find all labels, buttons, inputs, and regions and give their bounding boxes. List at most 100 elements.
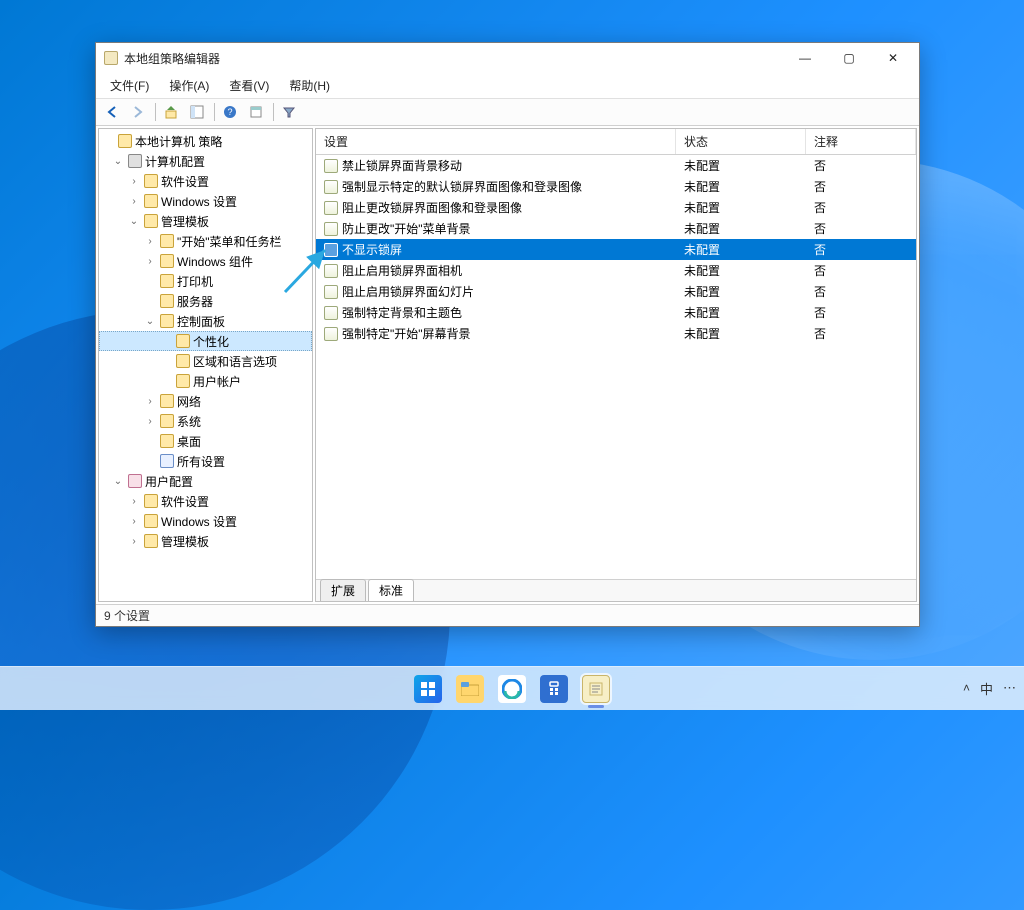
up-button[interactable] bbox=[159, 101, 183, 123]
policy-item-icon bbox=[324, 222, 338, 236]
tree-software-settings[interactable]: ›软件设置 bbox=[99, 171, 312, 191]
folder-icon bbox=[176, 334, 190, 348]
show-hide-tree-button[interactable] bbox=[185, 101, 209, 123]
column-setting[interactable]: 设置 bbox=[316, 129, 676, 154]
menu-help[interactable]: 帮助(H) bbox=[281, 75, 338, 96]
setting-name: 不显示锁屏 bbox=[342, 241, 402, 258]
list-row[interactable]: 禁止锁屏界面背景移动未配置否 bbox=[316, 155, 916, 176]
tree-windows-components[interactable]: ›Windows 组件 bbox=[99, 251, 312, 271]
ime-indicator[interactable]: 中 bbox=[980, 679, 993, 698]
tray-overflow-icon[interactable]: ˄ bbox=[963, 681, 970, 695]
list-body[interactable]: 禁止锁屏界面背景移动未配置否强制显示特定的默认锁屏界面图像和登录图像未配置否阻止… bbox=[316, 155, 916, 579]
tree-user-accounts[interactable]: 用户帐户 bbox=[99, 371, 312, 391]
setting-state: 未配置 bbox=[676, 220, 806, 237]
folder-icon bbox=[144, 214, 158, 228]
folder-icon bbox=[144, 194, 158, 208]
tree-all-settings[interactable]: 所有设置 bbox=[99, 451, 312, 471]
tree-printers[interactable]: 打印机 bbox=[99, 271, 312, 291]
tree-admin-templates[interactable]: ⌄管理模板 bbox=[99, 211, 312, 231]
tree-computer-config[interactable]: ⌄ 计算机配置 bbox=[99, 151, 312, 171]
tree-personalization[interactable]: 个性化 bbox=[99, 331, 312, 351]
tree-server[interactable]: 服务器 bbox=[99, 291, 312, 311]
tree-item-label: 个性化 bbox=[193, 333, 229, 350]
taskbar-store-icon[interactable] bbox=[540, 675, 568, 703]
tree-item-label: 所有设置 bbox=[177, 453, 225, 470]
tree-network[interactable]: ›网络 bbox=[99, 391, 312, 411]
list-row[interactable]: 阻止更改锁屏界面图像和登录图像未配置否 bbox=[316, 197, 916, 218]
tab-standard[interactable]: 标准 bbox=[368, 579, 414, 601]
list-row[interactable]: 阻止启用锁屏界面相机未配置否 bbox=[316, 260, 916, 281]
minimize-button[interactable]: — bbox=[783, 44, 827, 72]
system-tray[interactable]: ˄ 中 ⋯ bbox=[963, 666, 1016, 710]
tree-item-label: 管理模板 bbox=[161, 213, 209, 230]
setting-comment: 否 bbox=[806, 199, 916, 216]
list-row[interactable]: 阻止启用锁屏界面幻灯片未配置否 bbox=[316, 281, 916, 302]
properties-button[interactable] bbox=[244, 101, 268, 123]
tree-root-policy[interactable]: 本地计算机 策略 bbox=[99, 131, 312, 151]
tree-region-language[interactable]: 区域和语言选项 bbox=[99, 351, 312, 371]
tree-system[interactable]: ›系统 bbox=[99, 411, 312, 431]
tree-windows-settings[interactable]: ›Windows 设置 bbox=[99, 191, 312, 211]
policy-item-icon bbox=[324, 285, 338, 299]
tree-startmenu-taskbar[interactable]: ›"开始"菜单和任务栏 bbox=[99, 231, 312, 251]
setting-state: 未配置 bbox=[676, 262, 806, 279]
setting-comment: 否 bbox=[806, 304, 916, 321]
tree-user-config[interactable]: ⌄用户配置 bbox=[99, 471, 312, 491]
tree-user-templates[interactable]: ›管理模板 bbox=[99, 531, 312, 551]
tree-item-label: 桌面 bbox=[177, 433, 201, 450]
folder-icon bbox=[160, 254, 174, 268]
tree-pane[interactable]: 本地计算机 策略 ⌄ 计算机配置 ›软件设置 ›Windows 设置 bbox=[98, 128, 313, 602]
list-row[interactable]: 强制特定背景和主题色未配置否 bbox=[316, 302, 916, 323]
menu-action[interactable]: 操作(A) bbox=[161, 75, 217, 96]
setting-state: 未配置 bbox=[676, 241, 806, 258]
setting-state: 未配置 bbox=[676, 157, 806, 174]
document-icon bbox=[118, 134, 132, 148]
setting-name: 阻止启用锁屏界面相机 bbox=[342, 262, 462, 279]
filter-button[interactable] bbox=[277, 101, 301, 123]
tree-item-label: 打印机 bbox=[177, 273, 213, 290]
menubar: 文件(F) 操作(A) 查看(V) 帮助(H) bbox=[96, 73, 919, 99]
menu-file[interactable]: 文件(F) bbox=[102, 75, 157, 96]
tree-item-label: 本地计算机 策略 bbox=[135, 133, 222, 150]
tree-user-software[interactable]: ›软件设置 bbox=[99, 491, 312, 511]
setting-state: 未配置 bbox=[676, 283, 806, 300]
column-state[interactable]: 状态 bbox=[676, 129, 806, 154]
computer-icon bbox=[128, 154, 142, 168]
tree-desktop[interactable]: 桌面 bbox=[99, 431, 312, 451]
taskbar-edge-icon[interactable] bbox=[498, 675, 526, 703]
list-row[interactable]: 防止更改"开始"菜单背景未配置否 bbox=[316, 218, 916, 239]
setting-comment: 否 bbox=[806, 283, 916, 300]
list-row[interactable]: 强制特定"开始"屏幕背景未配置否 bbox=[316, 323, 916, 344]
setting-name: 阻止更改锁屏界面图像和登录图像 bbox=[342, 199, 522, 216]
content-area: 本地计算机 策略 ⌄ 计算机配置 ›软件设置 ›Windows 设置 bbox=[96, 126, 919, 604]
folder-icon bbox=[144, 534, 158, 548]
start-button[interactable] bbox=[414, 675, 442, 703]
tray-more-icon[interactable]: ⋯ bbox=[1003, 680, 1016, 696]
tab-extended[interactable]: 扩展 bbox=[320, 579, 366, 601]
window-title: 本地组策略编辑器 bbox=[124, 50, 220, 67]
maximize-button[interactable]: ▢ bbox=[827, 44, 871, 72]
tree-item-label: 控制面板 bbox=[177, 313, 225, 330]
forward-button[interactable] bbox=[126, 101, 150, 123]
close-button[interactable]: ✕ bbox=[871, 44, 915, 72]
tree-item-label: 软件设置 bbox=[161, 493, 209, 510]
taskbar-explorer-icon[interactable] bbox=[456, 675, 484, 703]
folder-icon bbox=[176, 354, 190, 368]
taskbar[interactable]: ˄ 中 ⋯ bbox=[0, 666, 1024, 710]
list-row[interactable]: 不显示锁屏未配置否 bbox=[316, 239, 916, 260]
tabs: 扩展 标准 bbox=[316, 579, 916, 601]
setting-comment: 否 bbox=[806, 220, 916, 237]
tree-item-label: 系统 bbox=[177, 413, 201, 430]
menu-view[interactable]: 查看(V) bbox=[221, 75, 277, 96]
tree-item-label: Windows 设置 bbox=[161, 513, 237, 530]
column-comment[interactable]: 注释 bbox=[806, 129, 916, 154]
back-button[interactable] bbox=[100, 101, 124, 123]
tree-control-panel[interactable]: ⌄控制面板 bbox=[99, 311, 312, 331]
help-button[interactable]: ? bbox=[218, 101, 242, 123]
list-row[interactable]: 强制显示特定的默认锁屏界面图像和登录图像未配置否 bbox=[316, 176, 916, 197]
policy-item-icon bbox=[324, 306, 338, 320]
taskbar-gpedit-icon[interactable] bbox=[582, 675, 610, 703]
setting-comment: 否 bbox=[806, 325, 916, 342]
tree-user-windows[interactable]: ›Windows 设置 bbox=[99, 511, 312, 531]
folder-icon bbox=[160, 414, 174, 428]
